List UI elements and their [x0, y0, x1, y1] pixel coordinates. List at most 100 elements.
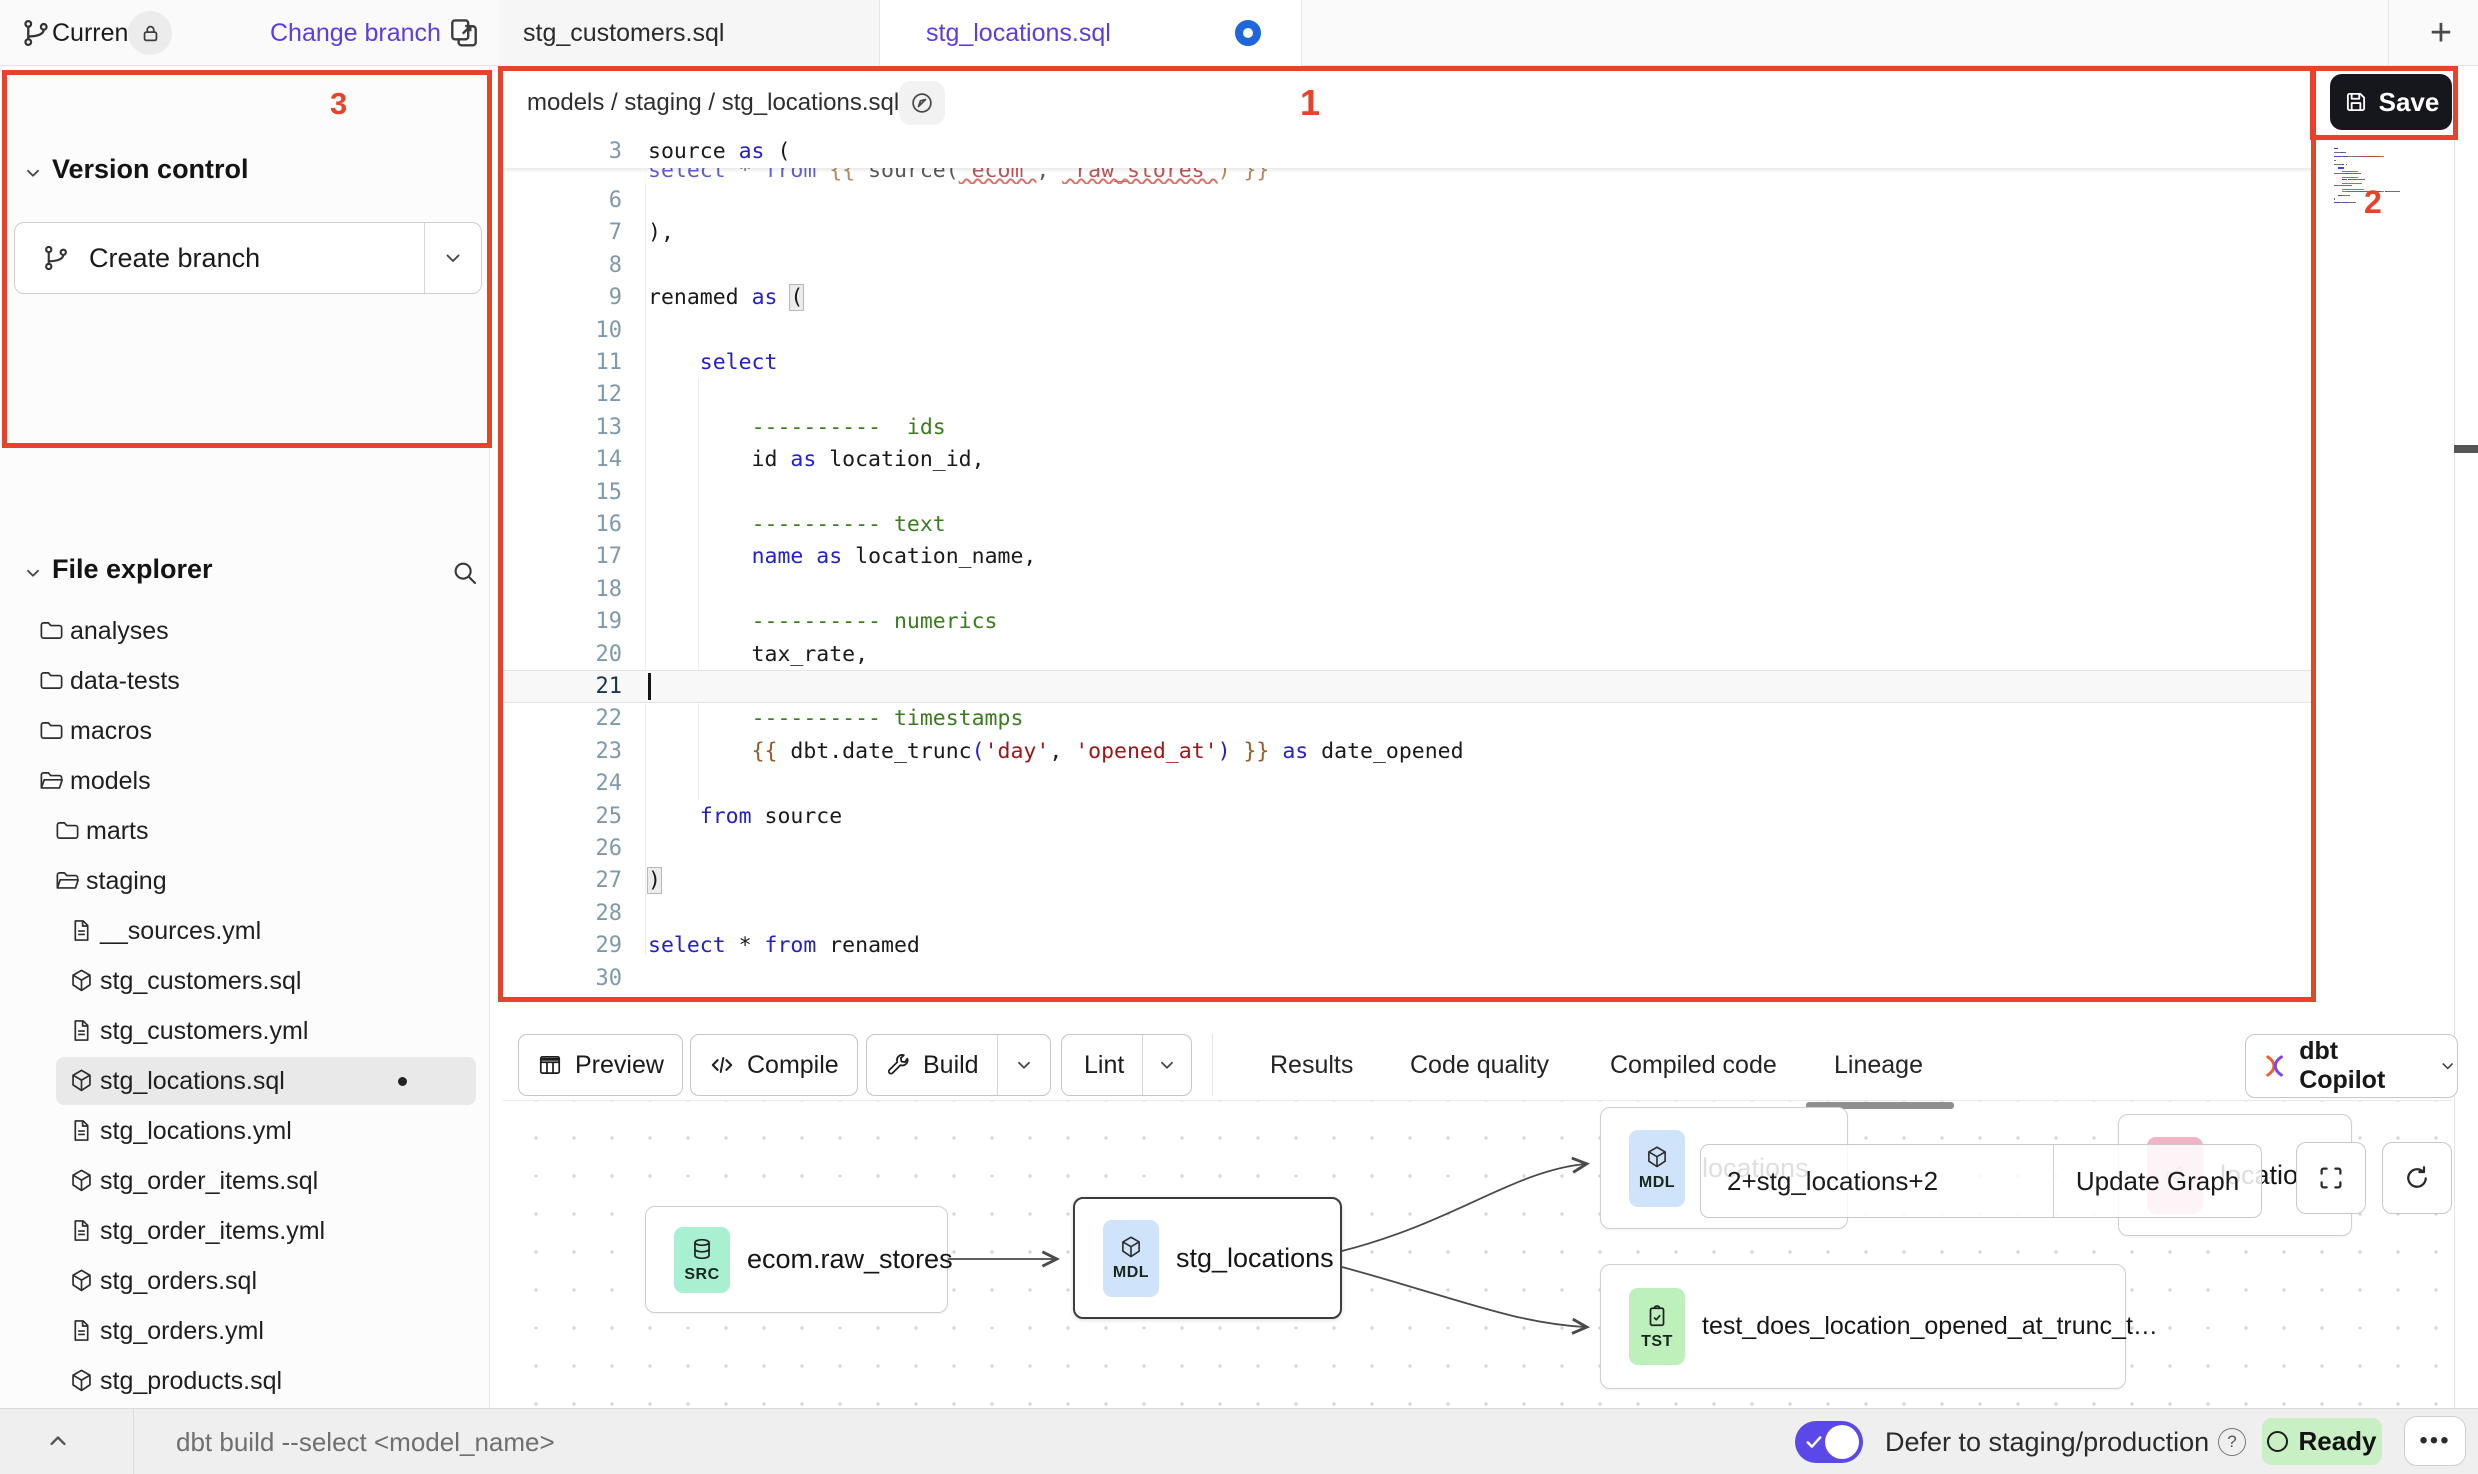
- file-tree-item-stg_orders-yml[interactable]: stg_orders.yml: [0, 1306, 490, 1356]
- chevron-down-icon[interactable]: [22, 162, 44, 184]
- editor-tab-stg_customers-sql[interactable]: stg_customers.sql: [499, 0, 880, 66]
- model-icon: [68, 1067, 95, 1094]
- chevron-up-icon[interactable]: [44, 1427, 72, 1455]
- lineage-selector-input[interactable]: 2+stg_locations+2: [1701, 1145, 2053, 1217]
- copy-icon[interactable]: [446, 15, 482, 51]
- file-name: staging: [86, 856, 167, 906]
- line-number: 22: [503, 702, 622, 735]
- help-icon[interactable]: ?: [2218, 1428, 2246, 1456]
- build-dropdown[interactable]: [997, 1035, 1050, 1095]
- build-button[interactable]: Build: [866, 1034, 1051, 1096]
- file-name: data-tests: [70, 656, 180, 706]
- panel-tab-compiled-code[interactable]: Compiled code: [1610, 1034, 1777, 1096]
- file-tree-item-stg_locations-yml[interactable]: stg_locations.yml: [0, 1106, 490, 1156]
- editor-tab-stg_locations-sql[interactable]: stg_locations.sql: [880, 0, 1302, 66]
- code-icon: [709, 1052, 735, 1078]
- lineage-node-SRC-0[interactable]: SRCecom.raw_stores: [645, 1206, 948, 1313]
- new-tab-button[interactable]: +: [2418, 8, 2464, 58]
- lineage-node-MDL-1[interactable]: MDLstg_locations: [1073, 1197, 1342, 1319]
- folder-open-icon: [38, 767, 65, 794]
- code-line-19: 19 ---------- numerics: [503, 605, 2316, 638]
- file-icon: [68, 1317, 95, 1344]
- file-tree-item-__sources-yml[interactable]: __sources.yml: [0, 906, 490, 956]
- panel-tab-lineage[interactable]: Lineage: [1834, 1034, 1923, 1096]
- pane-resize-handle[interactable]: [2454, 445, 2478, 453]
- line-number: 26: [503, 832, 622, 865]
- ready-label: Ready: [2298, 1426, 2376, 1457]
- file-tree-item-stg_order_items-yml[interactable]: stg_order_items.yml: [0, 1206, 490, 1256]
- file-tree-item-stg_customers-yml[interactable]: stg_customers.yml: [0, 1006, 490, 1056]
- git-branch-icon: [41, 243, 71, 273]
- create-branch-button[interactable]: Create branch: [14, 222, 482, 294]
- model-icon: [68, 967, 95, 994]
- code-line-22: 22 ---------- timestamps: [503, 702, 2316, 735]
- line-number: 7: [503, 216, 622, 249]
- file-name: analyses: [70, 606, 169, 656]
- file-explorer-header[interactable]: File explorer: [52, 554, 213, 585]
- version-control-header[interactable]: Version control: [52, 154, 249, 185]
- file-name: models: [70, 756, 151, 806]
- floppy-disk-icon: [2343, 89, 2369, 115]
- code-line-9: 9renamed as (: [503, 281, 2316, 314]
- file-name: stg_order_items.sql: [100, 1156, 318, 1206]
- node-label: test_does_location_opened_at_trunc_t…: [1702, 1312, 2158, 1341]
- lineage-node-TST-4[interactable]: TSTtest_does_location_opened_at_trunc_t…: [1600, 1264, 2126, 1389]
- unsaved-changes-dot: [398, 1077, 407, 1086]
- more-options-button[interactable]: •••: [2404, 1416, 2466, 1466]
- file-tree-item-macros[interactable]: macros: [0, 706, 490, 756]
- file-tree-item-stg_products-sql[interactable]: stg_products.sql: [0, 1356, 490, 1406]
- chevron-down-icon[interactable]: [22, 562, 44, 584]
- lineage-canvas[interactable]: SRCecom.raw_storesMDLstg_locationsMDLloc…: [503, 1100, 2452, 1408]
- unsaved-changes-dot: [1235, 20, 1261, 46]
- file-tree-item-stg_locations-sql[interactable]: stg_locations.sql: [0, 1056, 490, 1106]
- code-minimap[interactable]: [2334, 148, 2414, 218]
- breadcrumb: models / staging / stg_locations.sql: [527, 71, 899, 135]
- refresh-button[interactable]: [2382, 1142, 2452, 1214]
- file-tree-item-stg_customers-sql[interactable]: stg_customers.sql: [0, 956, 490, 1006]
- folder-icon: [38, 667, 65, 694]
- command-input[interactable]: dbt build --select <model_name>: [176, 1409, 555, 1474]
- folder-icon: [38, 617, 65, 644]
- search-icon[interactable]: [450, 558, 480, 588]
- defer-toggle[interactable]: [1795, 1421, 1863, 1463]
- code-line-16: 16 ---------- text: [503, 508, 2316, 541]
- compile-button[interactable]: Compile: [690, 1034, 858, 1096]
- lint-button[interactable]: Lint: [1061, 1034, 1192, 1096]
- preview-button[interactable]: Preview: [518, 1034, 683, 1096]
- open-in-explorer-icon[interactable]: [899, 81, 945, 125]
- save-button[interactable]: Save: [2330, 74, 2452, 130]
- folder-icon: [54, 817, 81, 844]
- ide-status-badge[interactable]: Ready: [2262, 1418, 2382, 1465]
- tab-label: stg_customers.sql: [523, 19, 724, 48]
- dbt-copilot-button[interactable]: dbt Copilot: [2245, 1034, 2458, 1098]
- MDL-badge: MDL: [1629, 1130, 1685, 1207]
- file-tree-item-staging[interactable]: staging: [0, 856, 490, 906]
- file-tree-item-stg_order_items-sql[interactable]: stg_order_items.sql: [0, 1156, 490, 1206]
- editor-header: models / staging / stg_locations.sql: [503, 71, 2316, 135]
- file-tree-item-stg_orders-sql[interactable]: stg_orders.sql: [0, 1256, 490, 1306]
- code-editor[interactable]: 67),89renamed as (1011 select1213 ------…: [503, 135, 2316, 997]
- file-tree-item-marts[interactable]: marts: [0, 806, 490, 856]
- create-branch-dropdown[interactable]: [424, 223, 481, 293]
- bottom-toolbar: Preview Compile Build Lint Results Code q…: [503, 1002, 2452, 1100]
- file-name: macros: [70, 706, 152, 756]
- file-name: marts: [86, 806, 149, 856]
- line-number: 21: [503, 670, 622, 703]
- branch-readonly-badge: [128, 11, 172, 55]
- dbt-ide-window: Current Change branch stg_customers.sqls…: [0, 0, 2478, 1474]
- file-name: stg_locations.sql: [100, 1056, 285, 1106]
- file-name: stg_order_items.yml: [100, 1206, 325, 1256]
- file-tree-item-data-tests[interactable]: data-tests: [0, 656, 490, 706]
- lint-dropdown[interactable]: [1142, 1035, 1191, 1095]
- code-line-21: 21: [503, 670, 2316, 703]
- code-line-8: 8: [503, 249, 2316, 282]
- compile-label: Compile: [747, 1051, 839, 1080]
- line-number: 28: [503, 897, 622, 930]
- file-tree-item-models[interactable]: models: [0, 756, 490, 806]
- update-graph-button[interactable]: Update Graph: [2053, 1145, 2261, 1217]
- panel-tab-code-quality[interactable]: Code quality: [1410, 1034, 1549, 1096]
- fullscreen-button[interactable]: [2296, 1142, 2366, 1214]
- file-tree-item-analyses[interactable]: analyses: [0, 606, 490, 656]
- panel-tab-results[interactable]: Results: [1270, 1034, 1353, 1096]
- change-branch-link[interactable]: Change branch: [270, 0, 441, 66]
